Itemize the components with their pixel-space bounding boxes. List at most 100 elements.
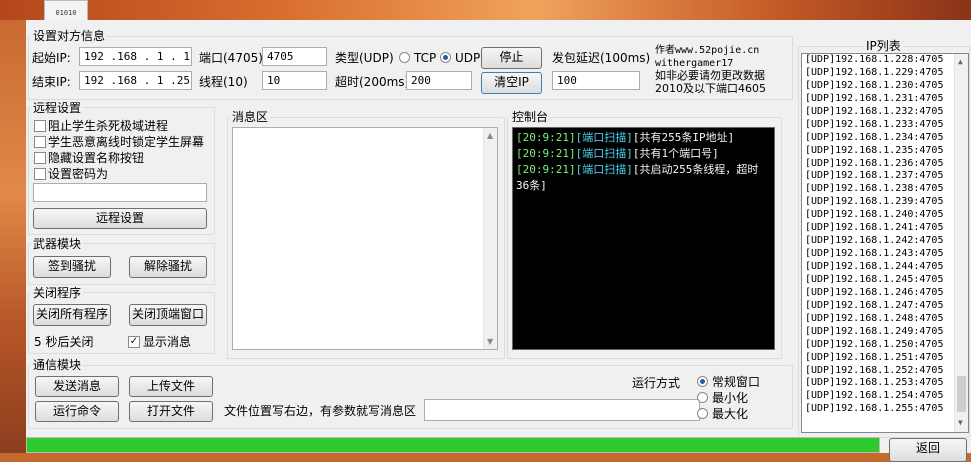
tcp-radio[interactable]	[399, 52, 410, 63]
remote-option-label: 学生恶意离线时锁定学生屏幕	[48, 135, 205, 149]
comm-group-title: 通信模块	[31, 358, 84, 372]
clear-ip-button[interactable]: 清空IP	[481, 72, 542, 94]
weapon-group-title: 武器模块	[31, 237, 84, 251]
close-all-button[interactable]: 关闭所有程序	[33, 304, 111, 326]
ip-list-item[interactable]: [UDP]192.168.1.234:4705	[805, 132, 968, 145]
target-group-title: 设置对方信息	[31, 29, 108, 43]
start-ip-label: 起始IP:	[32, 51, 71, 65]
ip-list-item[interactable]: [UDP]192.168.1.230:4705	[805, 80, 968, 93]
mode-maximize-radio[interactable]	[697, 408, 708, 419]
message-scrollbar[interactable]: ▲ ▼	[483, 128, 497, 349]
open-file-button[interactable]: 打开文件	[129, 401, 213, 422]
remote-settings-button[interactable]: 远程设置	[33, 208, 207, 229]
ip-list-item[interactable]: [UDP]192.168.1.240:4705	[805, 209, 968, 222]
ip-list-item[interactable]: [UDP]192.168.1.236:4705	[805, 158, 968, 171]
remote-group-title: 远程设置	[31, 101, 84, 115]
ip-list-item[interactable]: [UDP]192.168.1.255:4705	[805, 403, 968, 416]
countdown-label: 5 秒后关闭	[34, 335, 94, 349]
mode-minimize-radio[interactable]	[697, 392, 708, 403]
port-input[interactable]: 4705	[262, 47, 327, 66]
console-text: [共有255条IP地址]	[632, 131, 735, 144]
ip-list-item[interactable]: [UDP]192.168.1.252:4705	[805, 365, 968, 378]
ip-list-item[interactable]: [UDP]192.168.1.246:4705	[805, 287, 968, 300]
scroll-up-icon[interactable]: ▲	[958, 56, 963, 69]
ip-list-item[interactable]: [UDP]192.168.1.235:4705	[805, 145, 968, 158]
remote-option-checkbox[interactable]	[34, 120, 46, 132]
author-line-3: 如非必要请勿更改数据	[655, 69, 765, 82]
timeout-input[interactable]: 200	[406, 71, 472, 90]
remote-option-label: 设置密码为	[48, 167, 109, 181]
return-button[interactable]: 返回	[889, 438, 967, 462]
progress-fill	[27, 438, 879, 452]
ip-list-item[interactable]: [UDP]192.168.1.229:4705	[805, 67, 968, 80]
console-tag: [端口扫描]	[575, 147, 633, 160]
sign-harass-button[interactable]: 签到骚扰	[33, 256, 111, 278]
console-time: [20:9:21]	[516, 147, 576, 160]
end-ip-input[interactable]: 192 .168 . 1 .255	[79, 71, 192, 90]
timeout-label: 超时(200ms)	[335, 75, 410, 89]
ip-list-item[interactable]: [UDP]192.168.1.251:4705	[805, 352, 968, 365]
author-line-4: 2010及以下端口4605	[655, 82, 766, 95]
ip-list-item[interactable]: [UDP]192.168.1.242:4705	[805, 235, 968, 248]
close-top-window-button[interactable]: 关闭顶端窗口	[129, 304, 207, 326]
console-line: [20:9:21][端口扫描][共有255条IP地址]	[516, 130, 771, 146]
send-message-button[interactable]: 发送消息	[35, 376, 119, 397]
threads-input[interactable]: 10	[262, 71, 327, 90]
ip-list-item[interactable]: [UDP]192.168.1.250:4705	[805, 339, 968, 352]
ip-list-item[interactable]: [UDP]192.168.1.248:4705	[805, 313, 968, 326]
mode-normal-radio[interactable]	[697, 376, 708, 387]
console-tag: [端口扫描]	[575, 131, 633, 144]
file-path-input[interactable]	[424, 399, 700, 421]
stop-button[interactable]: 停止	[481, 47, 542, 69]
delay-input[interactable]: 100	[552, 71, 640, 90]
tcp-label: TCP	[414, 51, 437, 65]
type-label: 类型(UDP)	[335, 51, 394, 65]
scroll-down-icon[interactable]: ▼	[958, 417, 963, 430]
end-ip-label: 结束IP:	[32, 75, 71, 89]
delay-label: 发包延迟(100ms)	[552, 51, 651, 65]
ip-list-item[interactable]: [UDP]192.168.1.245:4705	[805, 274, 968, 287]
scroll-down-icon[interactable]: ▼	[487, 337, 493, 346]
scrollbar-thumb[interactable]	[957, 376, 966, 412]
console-time: [20:9:21]	[516, 163, 576, 176]
ip-list-item[interactable]: [UDP]192.168.1.243:4705	[805, 248, 968, 261]
ip-list-item[interactable]: [UDP]192.168.1.232:4705	[805, 106, 968, 119]
ip-list-title: IP列表	[864, 39, 903, 53]
desktop-thumbnail: 01010	[44, 0, 88, 22]
ip-list-item[interactable]: [UDP]192.168.1.244:4705	[805, 261, 968, 274]
console-tag: [端口扫描]	[575, 163, 633, 176]
author-line-1: 作者www.52pojie.cn	[655, 45, 760, 56]
ip-list-item[interactable]: [UDP]192.168.1.237:4705	[805, 170, 968, 183]
threads-label: 线程(10)	[199, 75, 248, 89]
ip-list-item[interactable]: [UDP]192.168.1.231:4705	[805, 93, 968, 106]
ip-listbox[interactable]: [UDP]192.168.1.228:4705 [UDP]192.168.1.22…	[801, 53, 969, 433]
start-ip-input[interactable]: 192 .168 . 1 . 1	[79, 47, 192, 66]
show-message-checkbox[interactable]: ✓	[128, 336, 140, 348]
console-title: 控制台	[510, 110, 551, 124]
message-area-title: 消息区	[230, 110, 271, 124]
ip-list-item[interactable]: [UDP]192.168.1.241:4705	[805, 222, 968, 235]
remote-option-checkbox[interactable]	[34, 136, 46, 148]
unsign-harass-button[interactable]: 解除骚扰	[129, 256, 207, 278]
close-group-title: 关闭程序	[31, 286, 84, 300]
ip-list-item[interactable]: [UDP]192.168.1.247:4705	[805, 300, 968, 313]
progress-bar	[26, 437, 880, 453]
ip-list-item[interactable]: [UDP]192.168.1.254:4705	[805, 390, 968, 403]
password-input[interactable]	[33, 183, 207, 202]
ip-list-item[interactable]: [UDP]192.168.1.249:4705	[805, 326, 968, 339]
scroll-up-icon[interactable]: ▲	[487, 131, 493, 140]
ip-list-item[interactable]: [UDP]192.168.1.238:4705	[805, 183, 968, 196]
ip-list-item[interactable]: [UDP]192.168.1.228:4705	[805, 54, 968, 67]
remote-option-checkbox[interactable]	[34, 168, 46, 180]
udp-label: UDP	[455, 51, 481, 65]
ip-list-item[interactable]: [UDP]192.168.1.253:4705	[805, 377, 968, 390]
upload-file-button[interactable]: 上传文件	[129, 376, 213, 397]
ip-list-item[interactable]: [UDP]192.168.1.233:4705	[805, 119, 968, 132]
ip-rows: [UDP]192.168.1.228:4705 [UDP]192.168.1.22…	[805, 54, 968, 416]
udp-radio[interactable]	[440, 52, 451, 63]
ip-list-item[interactable]: [UDP]192.168.1.239:4705	[805, 196, 968, 209]
run-command-button[interactable]: 运行命令	[35, 401, 119, 422]
ip-list-scrollbar[interactable]: ▲ ▼	[954, 54, 968, 432]
message-textarea[interactable]: ▲ ▼	[232, 127, 498, 350]
remote-option-checkbox[interactable]	[34, 152, 46, 164]
